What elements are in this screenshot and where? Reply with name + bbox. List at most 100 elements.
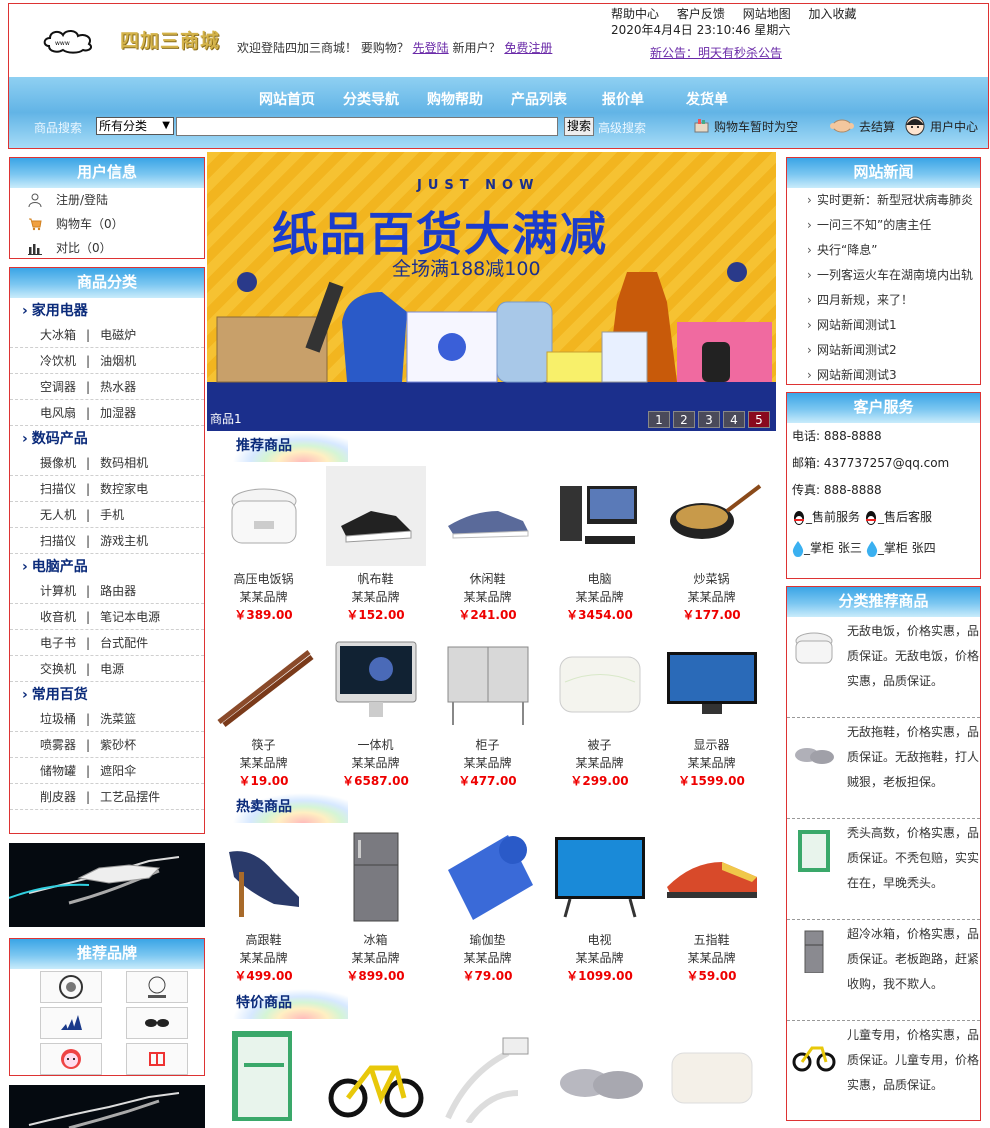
- glasses-brand-logo[interactable]: [126, 1007, 188, 1039]
- category-link[interactable]: 数码相机: [100, 456, 148, 470]
- product-image[interactable]: [661, 827, 762, 927]
- hot-product-card[interactable]: 冰箱 某某品牌 ￥899.00: [320, 827, 431, 985]
- aftersale-qq[interactable]: _售后客服: [864, 504, 932, 531]
- hero-page-4[interactable]: 4: [723, 411, 745, 428]
- product-image[interactable]: [549, 466, 650, 566]
- category-link[interactable]: 紫砂杯: [100, 738, 136, 752]
- cart-item[interactable]: 购物车（0）: [10, 212, 204, 236]
- news-item-2[interactable]: 一问三不知”的唐主任: [787, 213, 980, 238]
- category-link[interactable]: 热水器: [100, 380, 136, 394]
- nav-shipping[interactable]: 发货单: [686, 89, 770, 109]
- presale-qq[interactable]: _售前服务: [792, 504, 860, 531]
- hot-product-card[interactable]: 高跟鞋 某某品牌 ￥499.00: [208, 827, 319, 985]
- feedback-link[interactable]: 客户反馈: [677, 7, 725, 21]
- product-image[interactable]: [437, 466, 538, 566]
- news-item-3[interactable]: 央行“降息”: [787, 238, 980, 263]
- category-link[interactable]: 加湿器: [100, 406, 136, 420]
- product-name[interactable]: 炒菜锅: [656, 570, 767, 588]
- search-category-select[interactable]: 所有分类 ▼: [96, 117, 174, 135]
- recommended-product-card[interactable]: 炒菜锅 某某品牌 ￥177.00: [656, 466, 767, 624]
- special-product-quilt[interactable]: [656, 1023, 767, 1127]
- category-link[interactable]: 工艺品摆件: [100, 790, 160, 804]
- checkout-link[interactable]: 去结算: [859, 118, 895, 135]
- category-link[interactable]: 数控家电: [100, 482, 148, 496]
- news-item-6[interactable]: 网站新闻测试1: [787, 313, 980, 338]
- category-link[interactable]: 电源: [100, 662, 124, 676]
- category-link[interactable]: 油烟机: [100, 354, 136, 368]
- search-input[interactable]: [176, 117, 558, 136]
- product-image[interactable]: [661, 466, 762, 566]
- news-item-1[interactable]: 实时更新：新型冠状病毒肺炎: [787, 188, 980, 213]
- product-name[interactable]: 五指鞋: [656, 931, 767, 949]
- category-link[interactable]: 无人机: [40, 508, 76, 522]
- category-link[interactable]: 电风扇: [40, 406, 76, 420]
- category-recommend-item-1[interactable]: 无敌电饭，价格实惠，品质保证。无敌电饭，价格实惠，品质保证。: [787, 617, 980, 718]
- recommended-product-card[interactable]: 柜子 某某品牌 ￥477.00: [432, 632, 543, 790]
- nav-help[interactable]: 购物帮助: [427, 89, 511, 109]
- product-name[interactable]: 显示器: [656, 736, 767, 754]
- category-link[interactable]: 计算机: [40, 584, 76, 598]
- category-group-title[interactable]: 数码产品: [10, 428, 204, 450]
- nav-quotation[interactable]: 报价单: [602, 89, 686, 109]
- keeper2-wangwang[interactable]: _掌柜 张四: [866, 535, 936, 562]
- recommended-product-card[interactable]: 筷子 某某品牌 ￥19.00: [208, 632, 319, 790]
- hero-page-5[interactable]: 5: [748, 411, 770, 428]
- product-name[interactable]: 柜子: [432, 736, 543, 754]
- recommended-product-card[interactable]: 被子 某某品牌 ￥299.00: [544, 632, 655, 790]
- user-center-link[interactable]: 用户中心: [930, 118, 978, 135]
- product-name[interactable]: 冰箱: [320, 931, 431, 949]
- search-button[interactable]: 搜索: [564, 117, 594, 136]
- product-image[interactable]: [213, 632, 314, 732]
- hero-page-1[interactable]: 1: [648, 411, 670, 428]
- sitemap-link[interactable]: 网站地图: [743, 7, 791, 21]
- news-item-7[interactable]: 网站新闻测试2: [787, 338, 980, 363]
- advanced-search-link[interactable]: 高级搜索: [598, 119, 646, 136]
- product-image[interactable]: [213, 466, 314, 566]
- category-link[interactable]: 冷饮机: [40, 354, 76, 368]
- special-product-cable[interactable]: [432, 1023, 543, 1127]
- category-link[interactable]: 电子书: [40, 636, 76, 650]
- product-name[interactable]: 被子: [544, 736, 655, 754]
- special-product-book[interactable]: [208, 1023, 319, 1127]
- product-image[interactable]: [549, 827, 650, 927]
- help-center-link[interactable]: 帮助中心: [611, 7, 659, 21]
- register-link[interactable]: 免费注册: [504, 41, 552, 55]
- category-recommend-item-5[interactable]: 儿童专用，价格实惠，品质保证。儿童专用，价格实惠，品质保证。: [787, 1021, 980, 1122]
- recommended-product-card[interactable]: 高压电饭锅 某某品牌 ￥389.00: [208, 466, 319, 624]
- category-recommend-item-2[interactable]: 无敌拖鞋，价格实惠，品质保证。无敌拖鞋，打人贼狠，老板担保。: [787, 718, 980, 819]
- category-group-title[interactable]: 常用百货: [10, 684, 204, 706]
- recommended-product-card[interactable]: 电脑 某某品牌 ￥3454.00: [544, 466, 655, 624]
- category-group-title[interactable]: 家用电器: [10, 300, 204, 322]
- mascot-brand-logo[interactable]: [40, 1043, 102, 1075]
- product-image[interactable]: [325, 466, 426, 566]
- product-name[interactable]: 帆布鞋: [320, 570, 431, 588]
- product-image[interactable]: [549, 632, 650, 732]
- recommended-product-card[interactable]: 帆布鞋 某某品牌 ￥152.00: [320, 466, 431, 624]
- product-image[interactable]: [325, 632, 426, 732]
- add-favorite-link[interactable]: 加入收藏: [809, 7, 857, 21]
- product-name[interactable]: 高压电饭锅: [208, 570, 319, 588]
- product-image[interactable]: [661, 632, 762, 732]
- product-name[interactable]: 电脑: [544, 570, 655, 588]
- product-name[interactable]: 瑜伽垫: [432, 931, 543, 949]
- product-name[interactable]: 一体机: [320, 736, 431, 754]
- special-product-slippers[interactable]: [544, 1023, 655, 1127]
- category-link[interactable]: 洗菜篮: [100, 712, 136, 726]
- recommended-product-card[interactable]: 显示器 某某品牌 ￥1599.00: [656, 632, 767, 790]
- category-link[interactable]: 大冰箱: [40, 328, 76, 342]
- product-name[interactable]: 电视: [544, 931, 655, 949]
- woodhome-logo[interactable]: [126, 971, 188, 1003]
- recommended-product-card[interactable]: 休闲鞋 某某品牌 ￥241.00: [432, 466, 543, 624]
- hero-page-2[interactable]: 2: [673, 411, 695, 428]
- versace-logo[interactable]: [40, 971, 102, 1003]
- hot-product-card[interactable]: 五指鞋 某某品牌 ￥59.00: [656, 827, 767, 985]
- hero-page-3[interactable]: 3: [698, 411, 720, 428]
- category-link[interactable]: 电磁炉: [100, 328, 136, 342]
- hero-banner[interactable]: JUST NOW 纸品百货大满减 全场满188减100 商品1 1 2 3 4 …: [207, 152, 776, 431]
- category-link[interactable]: 削皮器: [40, 790, 76, 804]
- category-recommend-item-4[interactable]: 超冷冰箱，价格实惠，品质保证。老板跑路，赶紧收购，我不欺人。: [787, 920, 980, 1021]
- category-link[interactable]: 收音机: [40, 610, 76, 624]
- product-name[interactable]: 高跟鞋: [208, 931, 319, 949]
- cart-status[interactable]: 购物车暂时为空: [714, 118, 798, 135]
- shoe-banner-top[interactable]: [9, 843, 205, 927]
